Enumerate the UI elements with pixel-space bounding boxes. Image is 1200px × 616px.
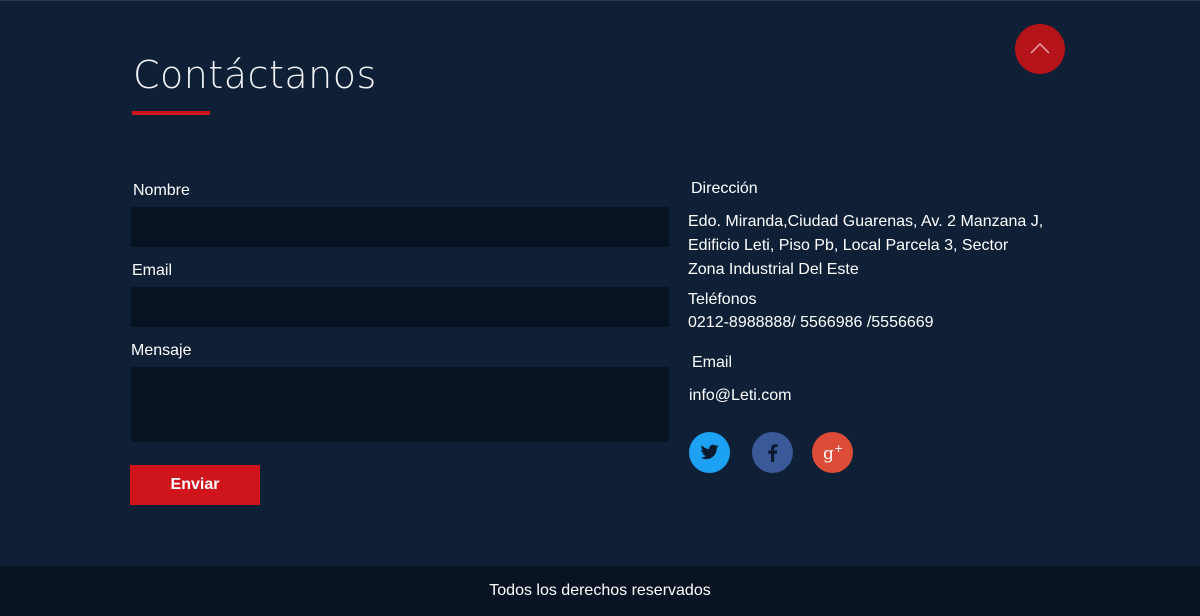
page-title: Contáctanos [133, 53, 377, 97]
chevron-up-icon [1030, 42, 1050, 54]
footer-text: Todos los derechos reservados [489, 582, 711, 599]
facebook-button[interactable] [752, 432, 793, 473]
google-plus-button[interactable]: g + [812, 432, 853, 473]
title-underline [132, 111, 210, 115]
email-label: Email [132, 262, 173, 279]
scroll-to-top-button[interactable] [1015, 24, 1065, 74]
email-info-value[interactable]: info@Leti.com [689, 387, 792, 405]
svg-text:+: + [834, 442, 843, 455]
address-line: Zona Industrial Del Este [688, 261, 859, 278]
address-label: Dirección [691, 180, 758, 197]
google-plus-icon: g + [823, 442, 843, 464]
facebook-icon [768, 444, 778, 462]
address-text: Edo. Miranda,Ciudad Guarenas, Av. 2 Manz… [688, 210, 1043, 282]
contact-page: Contáctanos Nombre Email Mensaje Enviar … [0, 0, 1200, 616]
phones-label: Teléfonos [688, 291, 757, 308]
twitter-icon [700, 444, 719, 460]
message-label: Mensaje [131, 342, 192, 359]
email-field[interactable] [131, 287, 669, 327]
address-line: Edificio Leti, Piso Pb, Local Parcela 3,… [688, 237, 1009, 254]
address-line: Edo. Miranda,Ciudad Guarenas, Av. 2 Manz… [688, 213, 1044, 230]
phones-value: 0212-8988888/ 5566986 /5556669 [688, 314, 934, 331]
message-field[interactable] [131, 367, 669, 442]
footer: Todos los derechos reservados [0, 566, 1200, 616]
name-field[interactable] [131, 207, 669, 247]
twitter-button[interactable] [689, 432, 730, 473]
submit-button[interactable]: Enviar [130, 465, 260, 505]
email-info-label: Email [692, 354, 733, 371]
name-label: Nombre [133, 182, 190, 199]
svg-text:g: g [823, 444, 834, 464]
